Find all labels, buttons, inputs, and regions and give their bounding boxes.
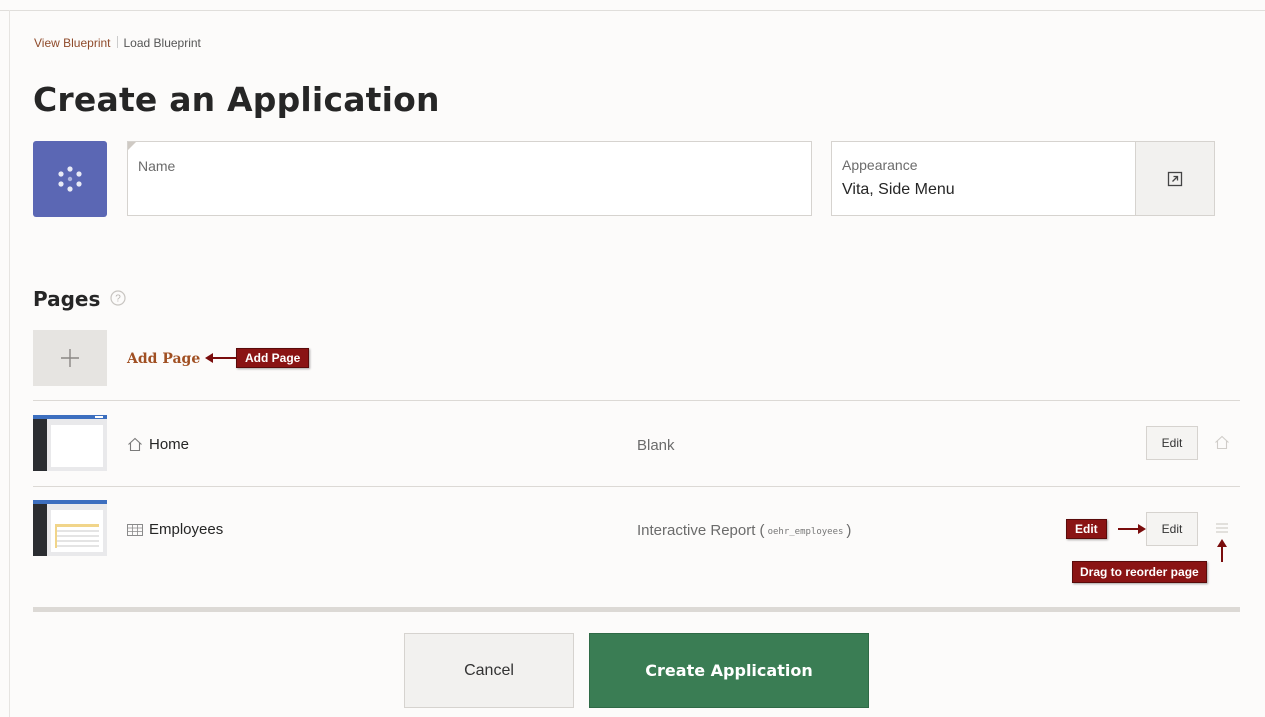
window-top-border <box>0 0 1265 11</box>
page-title: Create an Application <box>33 80 440 119</box>
edit-callout: Edit <box>1066 519 1107 539</box>
page-type-text: Interactive Report ( <box>637 522 765 539</box>
list-bottom-divider <box>33 607 1240 612</box>
required-indicator <box>128 142 136 150</box>
source-table-name: oehr_employees <box>767 527 844 537</box>
divider <box>33 486 1240 487</box>
app-dots-icon <box>58 166 82 192</box>
help-icon[interactable]: ? <box>110 290 126 306</box>
add-page-link[interactable]: Add Page <box>127 351 200 367</box>
app-icon-button[interactable] <box>33 141 107 217</box>
view-blueprint-link[interactable]: View Blueprint <box>34 36 111 50</box>
load-blueprint-link[interactable]: Load Blueprint <box>124 36 201 50</box>
home-page-icon <box>1215 435 1229 450</box>
pages-heading: Pages <box>33 287 101 311</box>
table-icon <box>127 523 143 536</box>
add-page-button[interactable] <box>33 330 107 386</box>
breadcrumb: View Blueprint Load Blueprint <box>34 36 201 50</box>
add-page-callout-arrow <box>210 357 236 359</box>
appearance-label: Appearance <box>842 157 918 173</box>
blank-page-thumbnail <box>33 415 107 471</box>
plus-icon <box>61 349 79 367</box>
external-link-icon <box>1167 171 1183 186</box>
divider <box>33 400 1240 401</box>
edit-home-button[interactable]: Edit <box>1146 426 1198 460</box>
add-page-callout: Add Page <box>236 348 310 368</box>
name-input[interactable] <box>136 180 800 210</box>
name-label: Name <box>138 158 176 174</box>
window-left-border <box>0 10 10 717</box>
name-field: Name <box>127 141 812 216</box>
report-page-thumbnail <box>33 500 107 556</box>
arrowhead-left-icon <box>205 353 213 363</box>
create-application-button[interactable]: Create Application <box>589 633 869 708</box>
home-icon <box>128 437 142 452</box>
page-type-label: Interactive Report (oehr_employees) <box>637 522 851 539</box>
cancel-button[interactable]: Cancel <box>404 633 574 708</box>
page-row-name: Home <box>127 436 189 453</box>
svg-text:?: ? <box>115 294 121 305</box>
page-name-label: Home <box>149 436 190 453</box>
page-type-suffix: ) <box>846 522 852 539</box>
arrowhead-right-icon <box>1138 524 1146 534</box>
page-name-label: Employees <box>149 521 224 538</box>
edit-callout-arrow <box>1118 528 1140 530</box>
drag-callout: Drag to reorder page <box>1072 561 1207 583</box>
appearance-settings-button[interactable] <box>1135 141 1215 216</box>
breadcrumb-separator <box>116 36 118 48</box>
drag-handle-icon[interactable] <box>1215 522 1229 534</box>
drag-callout-arrow <box>1221 546 1223 562</box>
appearance-value: Vita, Side Menu <box>842 181 955 198</box>
edit-employees-button[interactable]: Edit <box>1146 512 1198 546</box>
page-row-name: Employees <box>127 521 223 538</box>
page-type-label: Blank <box>637 437 675 454</box>
appearance-field: Appearance Vita, Side Menu <box>831 141 1137 216</box>
